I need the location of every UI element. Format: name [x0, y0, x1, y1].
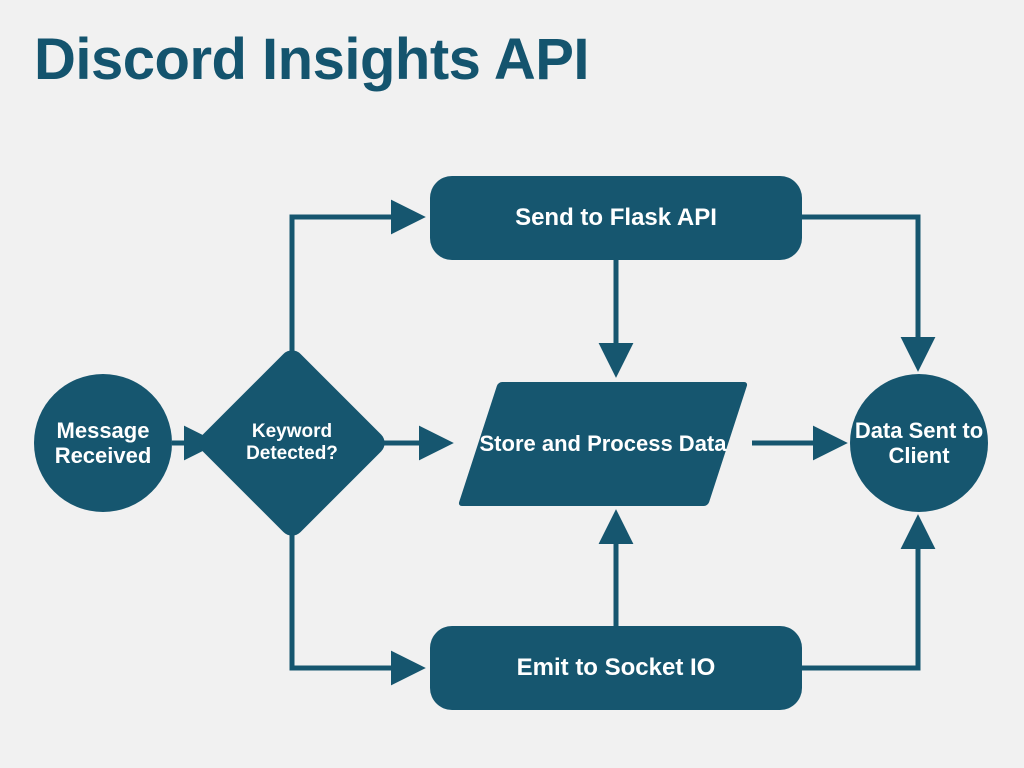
page-title: Discord Insights API	[34, 26, 589, 93]
node-label: Store and Process Data	[478, 382, 728, 506]
node-emit-socket: Emit to Socket IO	[430, 626, 802, 710]
node-store-process: Store and Process Data	[478, 382, 728, 506]
connector-flask-to-client	[802, 217, 918, 366]
node-label: Send to Flask API	[515, 204, 717, 232]
node-send-flask: Send to Flask API	[430, 176, 802, 260]
node-data-sent: Data Sent to Client	[850, 374, 988, 512]
connector-socket-to-client	[802, 520, 918, 668]
connector-keyword-to-socket	[292, 521, 420, 668]
diagram-canvas: Discord Insights API Message Received	[0, 0, 1024, 768]
node-label: Keyword Detected?	[223, 374, 361, 512]
node-label: Message Received	[34, 418, 172, 469]
connector-keyword-to-flask	[292, 217, 420, 365]
node-keyword-detected: Keyword Detected?	[223, 374, 361, 512]
node-message-received: Message Received	[34, 374, 172, 512]
node-label: Emit to Socket IO	[517, 654, 716, 682]
node-label: Data Sent to Client	[850, 418, 988, 469]
